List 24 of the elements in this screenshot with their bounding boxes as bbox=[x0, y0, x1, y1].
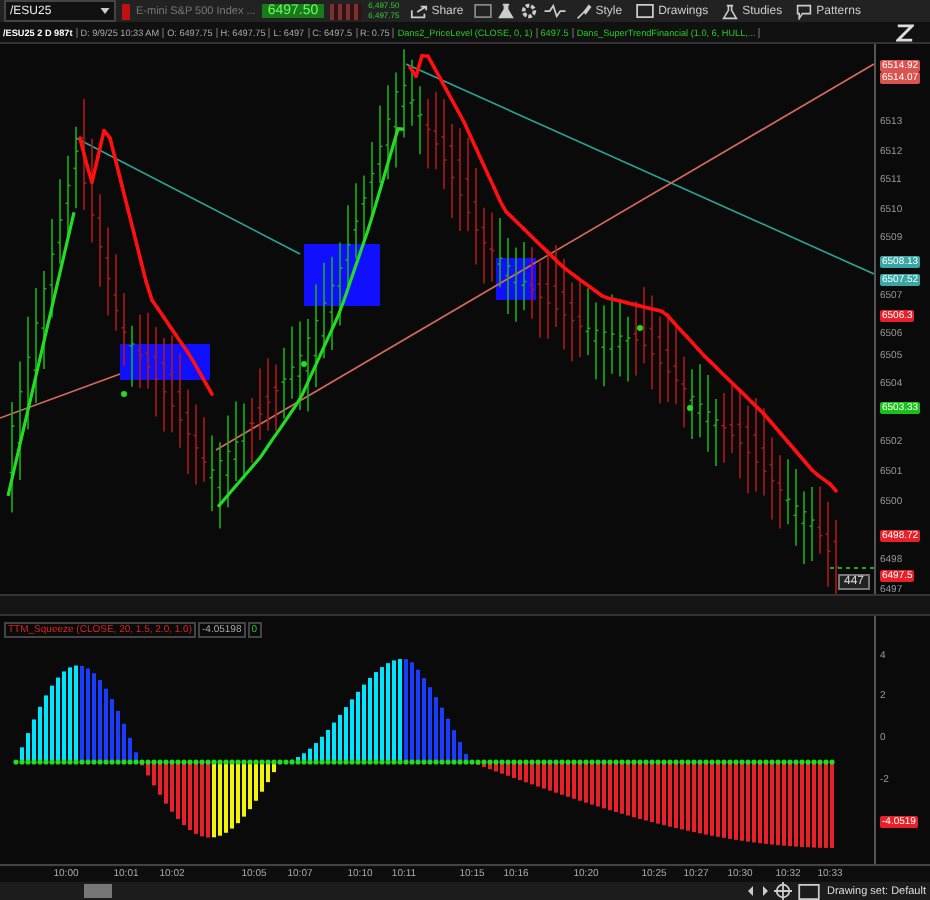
trendline[interactable] bbox=[405, 63, 874, 276]
signal-dot bbox=[301, 361, 307, 368]
signal-dot bbox=[121, 391, 127, 398]
rectangle-icon bbox=[636, 4, 655, 18]
window-icon[interactable] bbox=[798, 883, 821, 899]
wave-icon[interactable] bbox=[543, 4, 566, 18]
scrollbar-thumb[interactable] bbox=[84, 884, 112, 898]
signal-dot bbox=[687, 405, 693, 412]
share-icon bbox=[409, 3, 428, 19]
dropdown-icon[interactable] bbox=[100, 8, 110, 14]
calendar-icon[interactable] bbox=[473, 4, 492, 18]
brush-icon bbox=[575, 3, 592, 19]
flask-icon[interactable] bbox=[497, 2, 514, 20]
zoom-icon[interactable] bbox=[748, 886, 769, 896]
trendline[interactable] bbox=[0, 373, 121, 420]
trendline[interactable] bbox=[215, 63, 874, 452]
settings-icon[interactable] bbox=[519, 2, 538, 20]
trendline[interactable] bbox=[75, 137, 301, 256]
flask-icon bbox=[722, 3, 739, 19]
crosshair-icon[interactable] bbox=[774, 882, 793, 900]
zigzag-icon[interactable] bbox=[896, 23, 914, 42]
price-level-line bbox=[829, 567, 874, 570]
speech-bubble-icon bbox=[796, 3, 813, 19]
signal-dot bbox=[637, 325, 643, 332]
